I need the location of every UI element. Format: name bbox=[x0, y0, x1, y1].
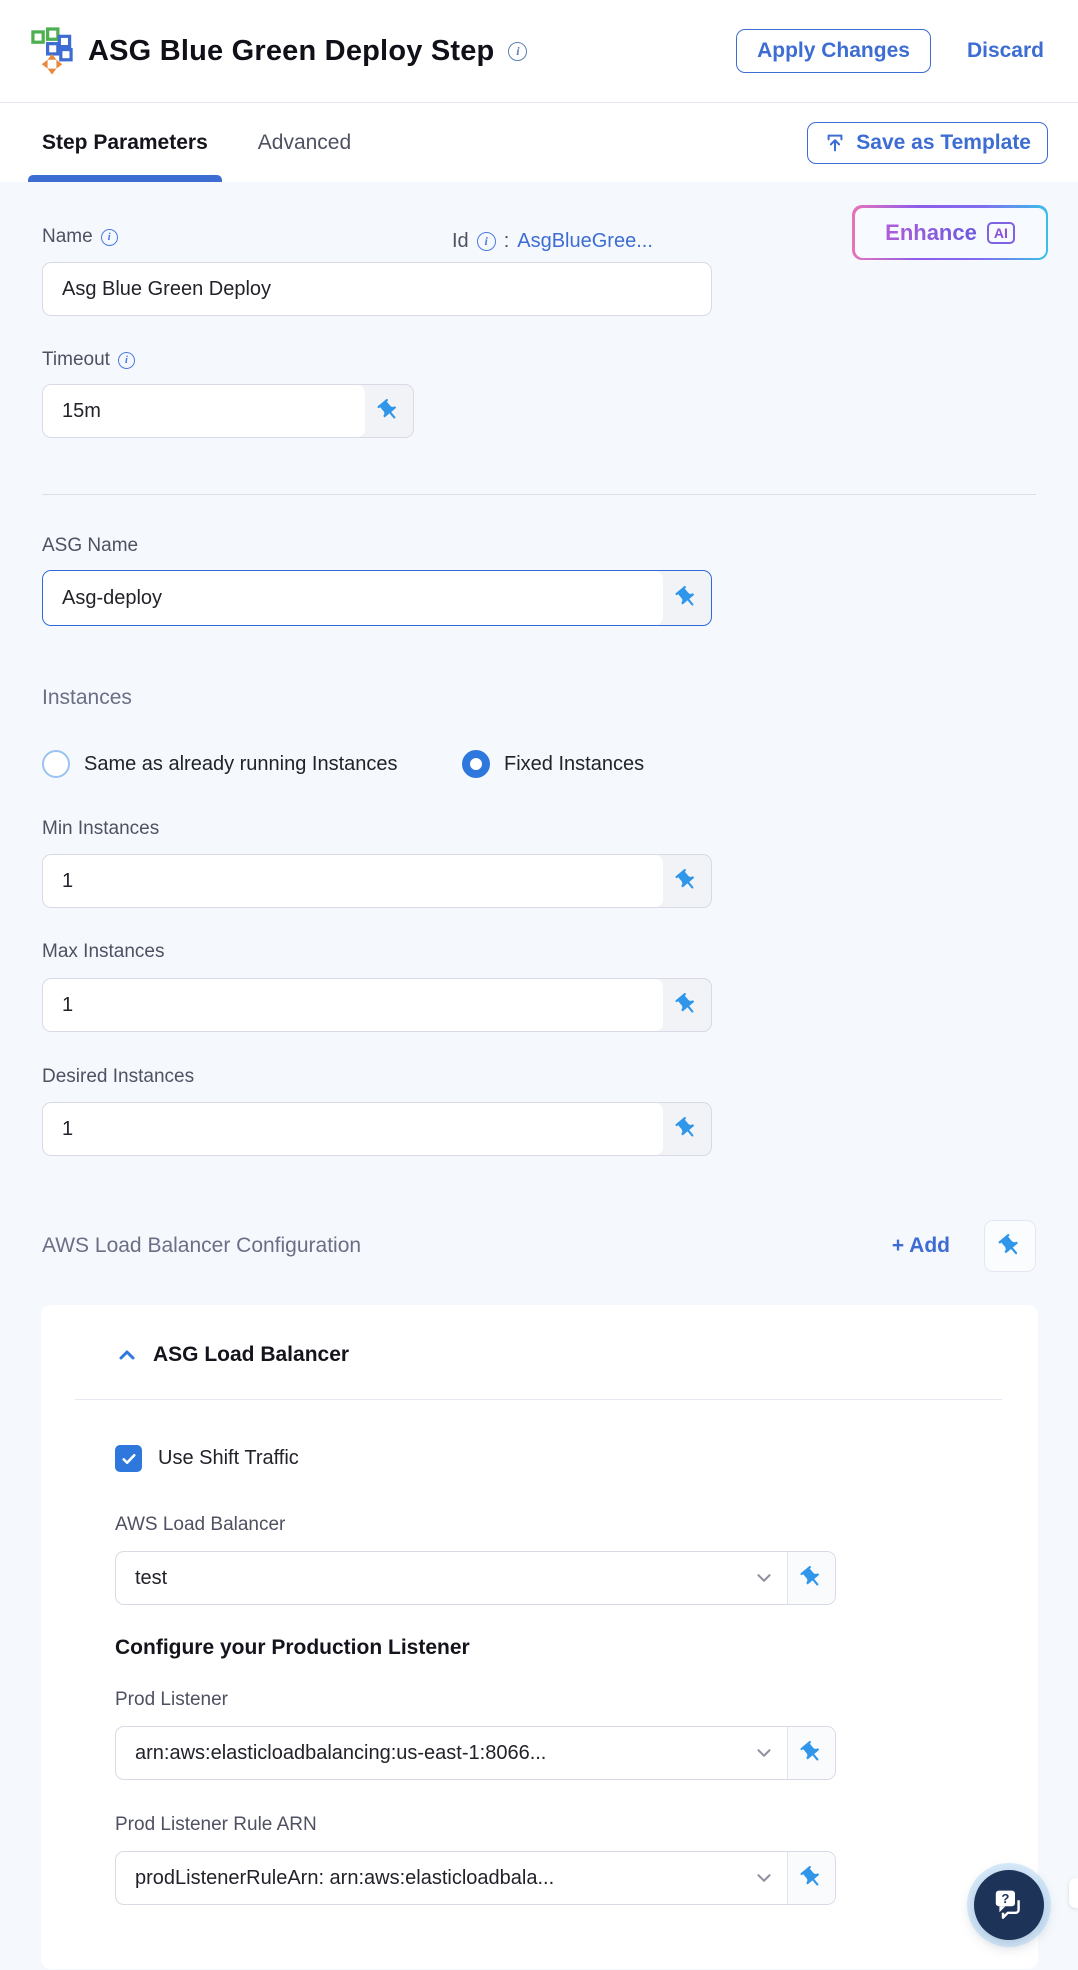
id-separator: : bbox=[503, 230, 510, 252]
timeout-label-row: Timeout i bbox=[42, 349, 1036, 371]
chevron-down-icon bbox=[741, 1552, 787, 1604]
apply-changes-button[interactable]: Apply Changes bbox=[736, 29, 931, 73]
aws-lb-label: AWS Load Balancer bbox=[115, 1514, 286, 1535]
step-id: Id i : AsgBlueGree... bbox=[452, 230, 653, 253]
lb-config-row: AWS Load Balancer Configuration + Add bbox=[42, 1220, 1036, 1272]
min-instances-pin-icon[interactable] bbox=[663, 855, 711, 907]
desired-instances-input[interactable] bbox=[43, 1103, 663, 1155]
prod-listener-rule-label: Prod Listener Rule ARN bbox=[115, 1814, 317, 1835]
lb-card-title: ASG Load Balancer bbox=[153, 1343, 350, 1366]
aws-lb-pin-icon[interactable] bbox=[787, 1552, 835, 1604]
id-label: Id bbox=[452, 230, 469, 252]
desired-instances-label: Desired Instances bbox=[42, 1066, 195, 1087]
prod-listener-rule-value: prodListenerRuleArn: arn:aws:elasticload… bbox=[135, 1866, 555, 1889]
check-icon bbox=[121, 1453, 136, 1464]
asg-name-input[interactable] bbox=[43, 571, 663, 625]
desired-instances-shell bbox=[42, 1102, 712, 1156]
asg-name-pin-icon[interactable] bbox=[663, 571, 711, 625]
radio-circle bbox=[462, 750, 490, 778]
timeout-input[interactable] bbox=[43, 385, 365, 437]
chevron-down-icon bbox=[741, 1727, 787, 1779]
enhance-label: Enhance bbox=[885, 219, 977, 245]
title-group: ASG Blue Green Deploy Step i bbox=[30, 27, 736, 75]
min-instances-shell bbox=[42, 854, 712, 908]
radio-label-fixed: Fixed Instances bbox=[504, 752, 645, 775]
prod-listener-select[interactable]: arn:aws:elasticloadbalancing:us-east-1:8… bbox=[115, 1726, 836, 1780]
lb-config-label: AWS Load Balancer Configuration bbox=[42, 1234, 362, 1257]
max-instances-shell bbox=[42, 978, 712, 1032]
save-as-template-button[interactable]: Save as Template bbox=[807, 121, 1048, 164]
max-instances-pin-icon[interactable] bbox=[663, 979, 711, 1031]
name-label: Name bbox=[42, 226, 93, 247]
asg-blue-green-step-icon bbox=[31, 27, 73, 75]
radio-same-as-running[interactable]: Same as already running Instances bbox=[42, 750, 462, 778]
chat-help-icon: ? bbox=[995, 1890, 1020, 1919]
min-instances-label: Min Instances bbox=[42, 818, 160, 839]
add-load-balancer-button[interactable]: + Add bbox=[892, 1234, 950, 1258]
tab-advanced[interactable]: Advanced bbox=[258, 103, 351, 182]
name-info-icon[interactable]: i bbox=[100, 228, 118, 246]
svg-text:?: ? bbox=[1001, 1891, 1009, 1906]
page-title: ASG Blue Green Deploy Step bbox=[88, 34, 495, 67]
tabs: Step Parameters Advanced bbox=[28, 103, 807, 182]
max-instances-input[interactable] bbox=[43, 979, 663, 1031]
card-divider bbox=[75, 1399, 1002, 1400]
max-instances-label: Max Instances bbox=[42, 941, 165, 962]
prod-listener-value: arn:aws:elasticloadbalancing:us-east-1:8… bbox=[135, 1741, 547, 1764]
prod-listener-rule-pin-icon[interactable] bbox=[787, 1852, 835, 1904]
asg-load-balancer-card: ASG Load Balancer Use Shift Traffic AWS … bbox=[41, 1305, 1038, 1969]
title-info-icon[interactable]: i bbox=[508, 41, 528, 61]
radio-fixed-instances[interactable]: Fixed Instances bbox=[462, 750, 644, 778]
enhance-ai-button[interactable]: Enhance AI bbox=[852, 205, 1048, 260]
step-config-panel: ASG Blue Green Deploy Step i Apply Chang… bbox=[0, 0, 1078, 1970]
prod-listener-rule-select[interactable]: prodListenerRuleArn: arn:aws:elasticload… bbox=[115, 1851, 836, 1905]
chevron-up-icon bbox=[119, 1350, 135, 1360]
timeout-input-shell bbox=[42, 384, 414, 438]
asg-name-label: ASG Name bbox=[42, 535, 139, 556]
prod-listener-pin-icon[interactable] bbox=[787, 1727, 835, 1779]
radio-circle bbox=[42, 750, 70, 778]
instances-section-label: Instances bbox=[42, 686, 132, 709]
prod-listener-heading: Configure your Production Listener bbox=[115, 1636, 470, 1659]
use-shift-traffic-checkbox[interactable]: Use Shift Traffic bbox=[115, 1445, 1038, 1472]
id-info-icon[interactable]: i bbox=[476, 232, 496, 251]
edge-docked-button[interactable] bbox=[1069, 1878, 1078, 1908]
lb-config-pin-icon[interactable] bbox=[984, 1220, 1036, 1272]
desired-instances-pin-icon[interactable] bbox=[663, 1103, 711, 1155]
prod-listener-label: Prod Listener bbox=[115, 1689, 229, 1710]
enhance-inner: Enhance AI bbox=[854, 207, 1046, 258]
section-divider bbox=[42, 494, 1036, 495]
header: ASG Blue Green Deploy Step i Apply Chang… bbox=[0, 0, 1078, 103]
instances-radio-group: Same as already running Instances Fixed … bbox=[42, 750, 1036, 778]
chevron-down-icon bbox=[741, 1852, 787, 1904]
timeout-label: Timeout bbox=[42, 349, 110, 370]
name-input-shell bbox=[42, 262, 712, 316]
chat-help-button[interactable]: ? bbox=[974, 1870, 1044, 1940]
tab-step-parameters[interactable]: Step Parameters bbox=[28, 103, 222, 182]
radio-label-same: Same as already running Instances bbox=[84, 752, 398, 775]
step-parameters-form: Id i : AsgBlueGree... Enhance AI Name i … bbox=[0, 182, 1078, 1969]
checkbox-box bbox=[115, 1445, 142, 1472]
id-value[interactable]: AsgBlueGree... bbox=[517, 230, 653, 253]
min-instances-input[interactable] bbox=[43, 855, 663, 907]
ai-badge: AI bbox=[986, 221, 1015, 244]
tab-bar: Step Parameters Advanced Save as Templat… bbox=[0, 103, 1078, 182]
upload-icon bbox=[827, 134, 843, 151]
timeout-info-icon[interactable]: i bbox=[117, 351, 135, 369]
asg-load-balancer-collapse[interactable]: ASG Load Balancer bbox=[115, 1343, 1038, 1367]
aws-lb-value: test bbox=[135, 1566, 168, 1589]
discard-button[interactable]: Discard bbox=[967, 39, 1044, 63]
timeout-pin-icon[interactable] bbox=[365, 385, 413, 437]
use-shift-traffic-label: Use Shift Traffic bbox=[158, 1447, 299, 1469]
header-actions: Apply Changes Discard bbox=[736, 29, 1044, 73]
asg-name-input-shell bbox=[42, 570, 712, 626]
save-as-template-label: Save as Template bbox=[856, 130, 1031, 154]
name-input[interactable] bbox=[43, 263, 711, 315]
aws-lb-select[interactable]: test bbox=[115, 1551, 836, 1605]
